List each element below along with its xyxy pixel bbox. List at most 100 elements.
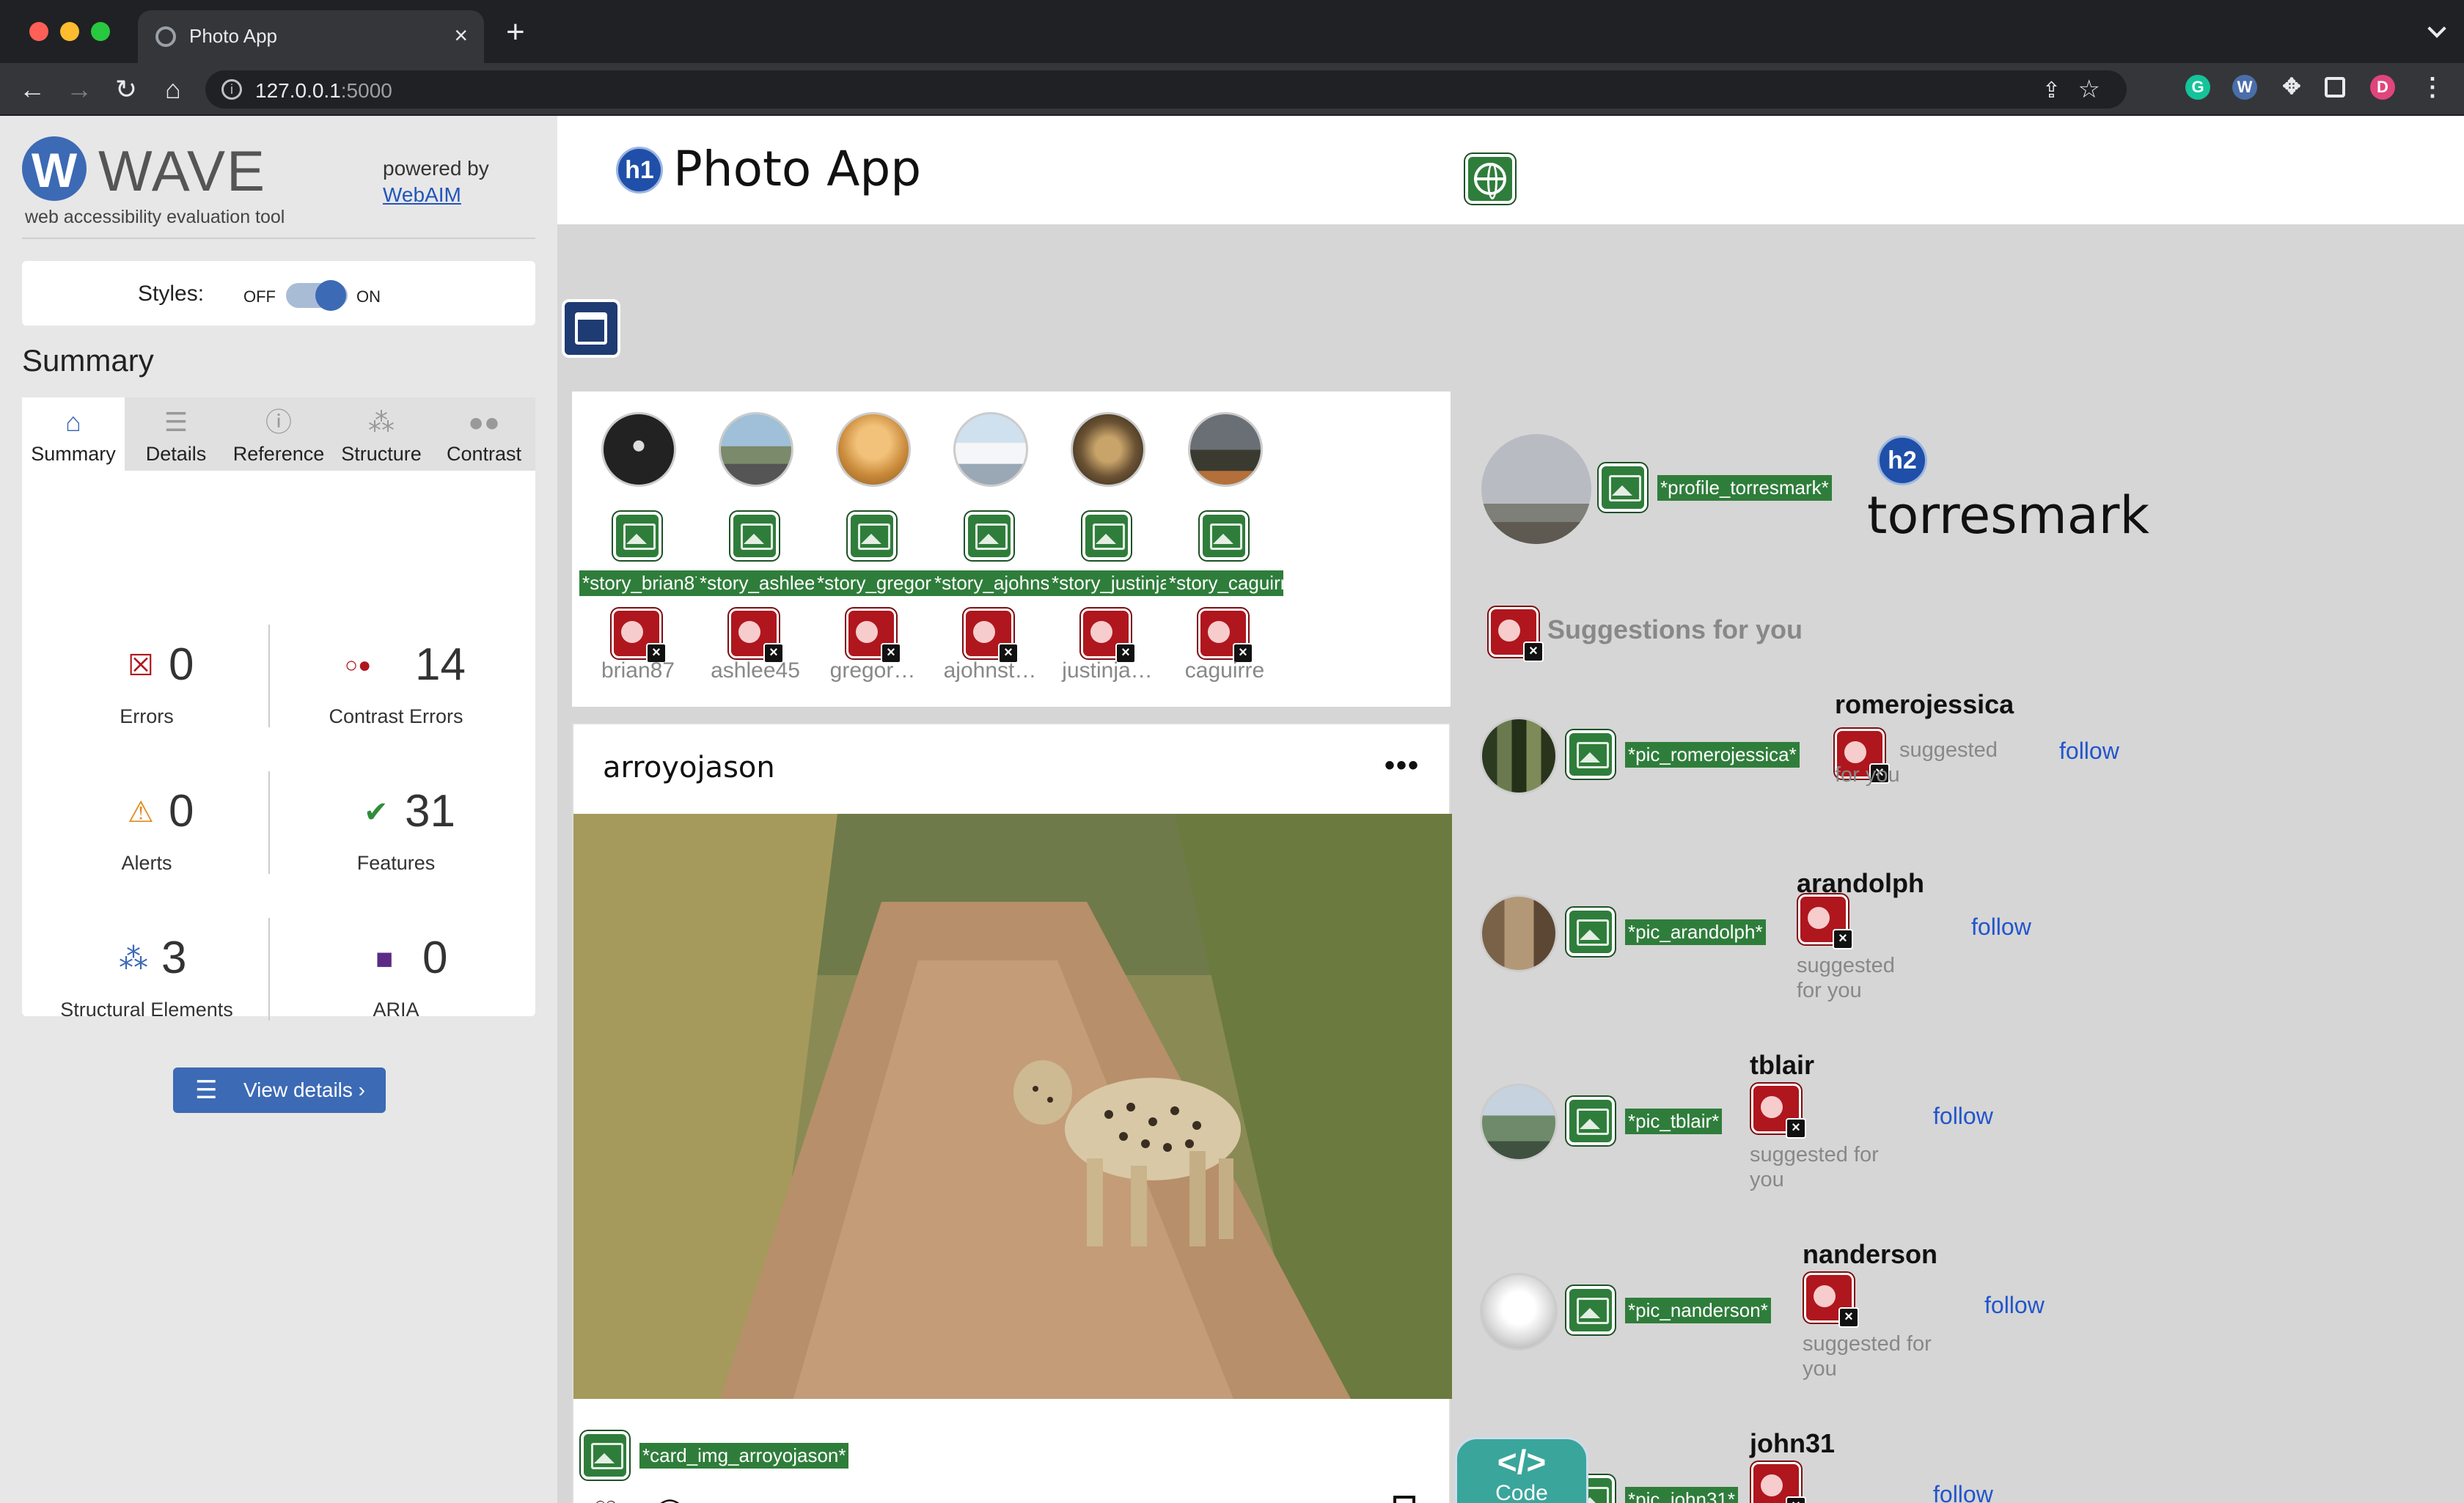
- list-icon: ☰: [195, 1076, 218, 1104]
- errors-stat: ☒ 0 Errors: [29, 617, 264, 757]
- story-avatar[interactable]: [719, 412, 793, 487]
- suggestion-avatar[interactable]: [1480, 1084, 1558, 1161]
- image-alt-icon[interactable]: [613, 512, 661, 560]
- story-avatar[interactable]: [1188, 412, 1263, 487]
- tab-structure[interactable]: ⁂ Structure: [330, 397, 433, 471]
- error-icon[interactable]: ×: [1081, 609, 1136, 664]
- story-item[interactable]: *story_justinjackson* × justinja…: [1049, 392, 1166, 707]
- image-alt-icon[interactable]: [730, 512, 779, 560]
- follow-link[interactable]: follow: [1933, 1103, 1993, 1130]
- follow-link[interactable]: follow: [1984, 1292, 2045, 1319]
- tab-search-chevron-icon[interactable]: [2427, 19, 2446, 38]
- language-globe-icon[interactable]: [1465, 154, 1515, 204]
- browser-tab[interactable]: Photo App ×: [138, 10, 484, 63]
- powered-by-label: powered by: [383, 157, 489, 180]
- structural-stat: ⁂ 3 Structural Elements: [29, 911, 264, 1050]
- story-item[interactable]: *story_ashlee45* × ashlee45: [697, 392, 814, 707]
- styles-toggle[interactable]: [286, 280, 348, 311]
- stories-bar: *story_brian87* × brian87 *story_ashlee4…: [572, 392, 1451, 707]
- image-alt-icon[interactable]: [1200, 512, 1248, 560]
- story-item[interactable]: *story_gregory* × gregor…: [814, 392, 931, 707]
- browser-menu-icon[interactable]: ⋮: [2420, 75, 2445, 100]
- h1-heading-badge[interactable]: h1: [616, 147, 663, 194]
- forward-arrow-icon[interactable]: →: [63, 75, 95, 104]
- error-icon[interactable]: ×: [846, 609, 901, 664]
- grammarly-extension-icon[interactable]: G: [2185, 75, 2210, 100]
- image-alt-icon[interactable]: [965, 512, 1013, 560]
- error-icon[interactable]: ×: [729, 609, 784, 664]
- minimize-window-button[interactable]: [60, 22, 79, 41]
- image-alt-icon[interactable]: [1566, 1286, 1615, 1334]
- wave-extension-icon[interactable]: W: [2232, 75, 2257, 100]
- error-icon[interactable]: ×: [1798, 894, 1853, 949]
- tab-details[interactable]: ☰ Details: [125, 397, 227, 471]
- suggestion-avatar[interactable]: [1480, 894, 1558, 972]
- wave-logo-icon: W: [22, 136, 87, 201]
- back-arrow-icon[interactable]: ←: [16, 75, 48, 104]
- webaim-link[interactable]: WebAIM: [383, 183, 461, 207]
- image-alt-icon[interactable]: [1566, 1097, 1615, 1145]
- view-details-button[interactable]: ☰ View details ›: [173, 1067, 386, 1113]
- image-alt-icon[interactable]: [1566, 908, 1615, 956]
- suggestion-avatar[interactable]: [1480, 1273, 1558, 1351]
- alerts-stat: ⚠ 0 Alerts: [29, 764, 264, 903]
- story-avatar[interactable]: [953, 412, 1028, 487]
- profile-avatar-icon[interactable]: D: [2370, 75, 2395, 100]
- story-item[interactable]: *story_ajohnston* × ajohnst…: [931, 392, 1049, 707]
- browser-tab-strip: Photo App × +: [0, 0, 2464, 63]
- extensions-puzzle-icon[interactable]: ✥: [2279, 75, 2304, 100]
- story-username: ashlee45: [711, 658, 800, 683]
- side-panel-icon[interactable]: [2325, 77, 2345, 98]
- story-avatar[interactable]: [601, 412, 676, 487]
- tab-summary[interactable]: ⌂ Summary: [22, 397, 125, 471]
- image-alt-icon[interactable]: [848, 512, 896, 560]
- bookmark-star-icon[interactable]: ☆: [2078, 75, 2100, 104]
- image-alt-icon[interactable]: [1599, 463, 1647, 512]
- image-alt-icon[interactable]: [1082, 512, 1131, 560]
- tab-reference[interactable]: ⓘ Reference: [227, 397, 330, 471]
- error-icon[interactable]: ×: [964, 609, 1019, 664]
- error-icon[interactable]: ×: [612, 609, 667, 664]
- share-icon[interactable]: ⇪: [2042, 78, 2061, 103]
- errors-count: 0: [169, 639, 194, 690]
- error-icon[interactable]: ×: [1489, 607, 1544, 662]
- suggestion-text: suggested for you: [1803, 1332, 1932, 1381]
- bookmark-icon[interactable]: [1393, 1496, 1415, 1503]
- home-icon[interactable]: ⌂: [157, 75, 189, 104]
- contrast-errors-stat: ○● 14 Contrast Errors: [279, 617, 513, 757]
- h2-heading-badge[interactable]: h2: [1877, 436, 1927, 485]
- reload-icon[interactable]: ↻: [110, 75, 142, 104]
- post-actions-icons[interactable]: ♡ ◯ ➤: [593, 1496, 758, 1503]
- follow-link[interactable]: follow: [1933, 1481, 1993, 1503]
- story-username: brian87: [601, 658, 675, 683]
- suggestion-avatar[interactable]: [1480, 717, 1558, 795]
- image-alt-icon[interactable]: [581, 1431, 629, 1480]
- address-bar[interactable]: i 127.0.0.1:5000 ⇪ ☆: [205, 70, 2127, 109]
- tab-label: Structure: [341, 443, 422, 465]
- story-avatar[interactable]: [1071, 412, 1145, 487]
- story-item[interactable]: *story_caguirre* × caguirre: [1166, 392, 1283, 707]
- tab-contrast[interactable]: ●● Contrast: [433, 397, 535, 471]
- wave-code-tab[interactable]: </> Code: [1455, 1437, 1588, 1503]
- follow-link[interactable]: follow: [1971, 914, 2031, 941]
- error-icon[interactable]: ×: [1751, 1462, 1806, 1503]
- story-item[interactable]: *story_brian87* × brian87: [579, 392, 697, 707]
- wave-sidebar: W WAVE web accessibility evaluation tool…: [0, 116, 557, 1503]
- error-icon[interactable]: ×: [1804, 1273, 1859, 1328]
- app-header: h1 Photo App: [557, 116, 2464, 224]
- error-icon[interactable]: ×: [1198, 609, 1253, 664]
- new-tab-button[interactable]: +: [506, 16, 525, 48]
- error-icon[interactable]: ×: [1751, 1084, 1806, 1139]
- image-alt-icon[interactable]: [1566, 730, 1615, 779]
- story-avatar[interactable]: [836, 412, 911, 487]
- main-landmark-icon[interactable]: [562, 299, 620, 358]
- page-viewport: h1 Photo App *story_brian87* × brian87 *…: [557, 116, 2464, 1503]
- close-window-button[interactable]: [29, 22, 48, 41]
- tab-close-icon[interactable]: ×: [454, 23, 468, 47]
- more-options-icon[interactable]: •••: [1385, 749, 1420, 782]
- post-username[interactable]: arroyojason: [603, 751, 775, 784]
- profile-avatar[interactable]: [1481, 434, 1591, 544]
- follow-link[interactable]: follow: [2059, 738, 2119, 765]
- maximize-window-button[interactable]: [91, 22, 110, 41]
- site-info-icon[interactable]: i: [221, 79, 242, 100]
